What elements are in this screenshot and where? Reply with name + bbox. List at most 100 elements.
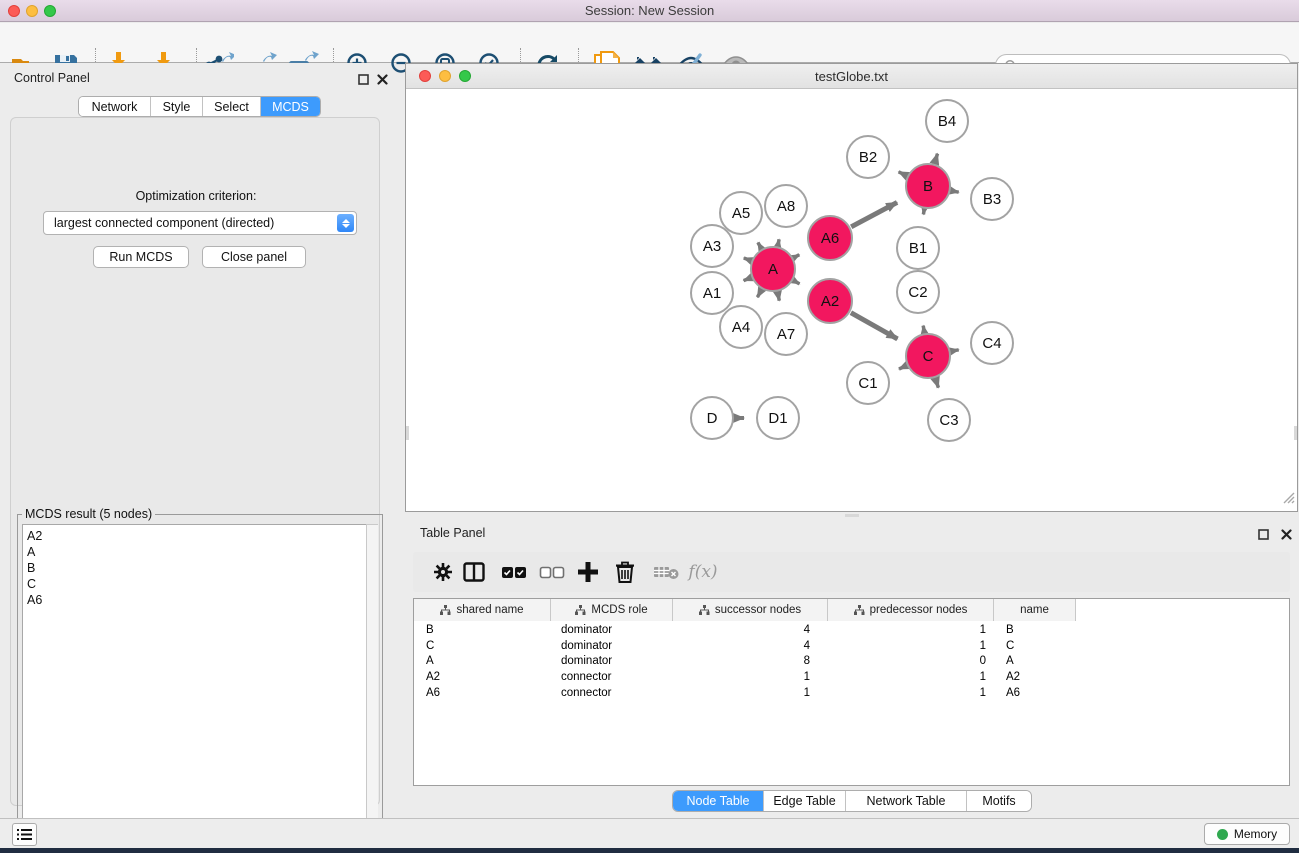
edge-A-A5[interactable] (758, 243, 761, 249)
float-table-panel-icon[interactable] (1258, 527, 1269, 538)
table-cell[interactable]: B (414, 623, 551, 639)
table-cell[interactable]: A2 (414, 670, 551, 686)
edge-A-A4[interactable] (757, 290, 761, 297)
memory-button[interactable]: Memory (1204, 823, 1290, 845)
table-cell[interactable]: 4 (673, 639, 828, 655)
tab-style[interactable]: Style (151, 97, 203, 116)
table-cell[interactable]: A6 (994, 686, 1076, 702)
edge-C-C2[interactable] (923, 326, 924, 333)
edge-A6-B[interactable] (851, 202, 897, 226)
node-B[interactable]: B (906, 164, 950, 208)
table-cell[interactable]: 8 (673, 654, 828, 670)
table-row[interactable]: A6connector11A6 (414, 686, 1076, 702)
node-B2[interactable]: B2 (847, 136, 889, 178)
node-A7[interactable]: A7 (765, 313, 807, 355)
select-all-columns-icon[interactable] (497, 556, 531, 588)
mcds-result-list[interactable]: A2ABCA6 (22, 524, 368, 850)
mcds-result-item[interactable]: B (27, 560, 367, 576)
node-table[interactable]: shared name MCDS role successor nodes pr… (413, 598, 1290, 786)
node-C3[interactable]: C3 (928, 399, 970, 441)
mcds-result-item[interactable]: A6 (27, 592, 367, 608)
table-cell[interactable]: 0 (828, 654, 994, 670)
table-row[interactable]: A2connector11A2 (414, 670, 1076, 686)
edge-A-A3[interactable] (744, 258, 751, 261)
node-C1[interactable]: C1 (847, 362, 889, 404)
edge-B-B1[interactable] (923, 210, 924, 215)
close-table-panel-icon[interactable] (1281, 527, 1292, 538)
node-A8[interactable]: A8 (765, 185, 807, 227)
table-row[interactable]: Adominator80A (414, 654, 1076, 670)
add-row-icon[interactable] (571, 556, 605, 588)
edge-C-C4[interactable] (952, 350, 959, 351)
network-window-titlebar[interactable]: testGlobe.txt (406, 64, 1297, 89)
column-header-mcds-role[interactable]: MCDS role (551, 599, 673, 621)
node-D1[interactable]: D1 (757, 397, 799, 439)
table-cell[interactable]: dominator (551, 654, 673, 670)
mcds-result-item[interactable]: A2 (27, 528, 367, 544)
table-row[interactable]: Cdominator41C (414, 639, 1076, 655)
edge-B-B4[interactable] (935, 154, 938, 163)
node-C2[interactable]: C2 (897, 271, 939, 313)
criterion-dropdown[interactable]: largest connected component (directed) (43, 211, 357, 235)
table-cell[interactable]: 4 (673, 623, 828, 639)
split-divider-handle[interactable] (845, 514, 859, 517)
node-B1[interactable]: B1 (897, 227, 939, 269)
node-A1[interactable]: A1 (691, 272, 733, 314)
function-builder-icon[interactable]: f(x) (686, 556, 720, 588)
table-cell[interactable]: C (414, 639, 551, 655)
edge-C-C1[interactable] (899, 366, 906, 369)
table-cell[interactable]: A6 (414, 686, 551, 702)
tab-select[interactable]: Select (203, 97, 261, 116)
task-history-button[interactable] (12, 823, 37, 846)
node-A2[interactable]: A2 (808, 279, 852, 323)
right-resize-tick[interactable] (1294, 426, 1297, 440)
node-A6[interactable]: A6 (808, 216, 852, 260)
node-A3[interactable]: A3 (691, 225, 733, 267)
table-cell[interactable]: 1 (673, 686, 828, 702)
table-cell[interactable]: dominator (551, 639, 673, 655)
edge-A-A7[interactable] (778, 293, 780, 301)
table-row[interactable]: Bdominator41B (414, 623, 1076, 639)
table-cell[interactable]: connector (551, 670, 673, 686)
table-cell[interactable]: 1 (673, 670, 828, 686)
tab-mcds[interactable]: MCDS (261, 97, 320, 116)
edge-C-C3[interactable] (936, 379, 939, 388)
table-cell[interactable]: B (994, 623, 1076, 639)
tab-node-table[interactable]: Node Table (673, 791, 764, 811)
node-C[interactable]: C (906, 334, 950, 378)
node-A4[interactable]: A4 (720, 306, 762, 348)
column-header-predecessor-nodes[interactable]: predecessor nodes (828, 599, 994, 621)
node-A5[interactable]: A5 (720, 192, 762, 234)
column-header-name[interactable]: name (994, 599, 1076, 621)
close-panel-icon[interactable] (377, 72, 388, 83)
table-settings-icon[interactable] (426, 556, 460, 588)
node-C4[interactable]: C4 (971, 322, 1013, 364)
edge-A-A1[interactable] (744, 278, 751, 281)
table-cell[interactable]: connector (551, 686, 673, 702)
delete-row-icon[interactable] (608, 556, 642, 588)
mcds-result-item[interactable]: A (27, 544, 367, 560)
close-panel-button[interactable]: Close panel (202, 246, 306, 268)
table-cell[interactable]: A (994, 654, 1076, 670)
edge-A-A2[interactable] (794, 281, 800, 284)
run-mcds-button[interactable]: Run MCDS (93, 246, 189, 268)
network-graph[interactable]: B4 B2 B B3 B1 A5A8A6 A3 A A1 A2 C2 A4A7 C C4 C1 C3 D D1 (406, 89, 1297, 511)
table-cell[interactable]: 1 (828, 623, 994, 639)
edge-B-B3[interactable] (952, 191, 959, 192)
table-cell[interactable]: dominator (551, 623, 673, 639)
node-A[interactable]: A (751, 247, 795, 291)
edge-B-B2[interactable] (899, 172, 907, 176)
table-cell[interactable]: A (414, 654, 551, 670)
tab-network-table[interactable]: Network Table (846, 791, 967, 811)
table-cell[interactable]: A2 (994, 670, 1076, 686)
node-B3[interactable]: B3 (971, 178, 1013, 220)
tab-motifs[interactable]: Motifs (967, 791, 1031, 811)
node-B4[interactable]: B4 (926, 100, 968, 142)
tab-edge-table[interactable]: Edge Table (764, 791, 846, 811)
edge-A-A6[interactable] (794, 255, 799, 258)
float-panel-icon[interactable] (358, 72, 369, 83)
node-D[interactable]: D (691, 397, 733, 439)
mcds-result-item[interactable]: C (27, 576, 367, 592)
table-cell[interactable]: C (994, 639, 1076, 655)
split-columns-icon[interactable] (457, 556, 491, 588)
